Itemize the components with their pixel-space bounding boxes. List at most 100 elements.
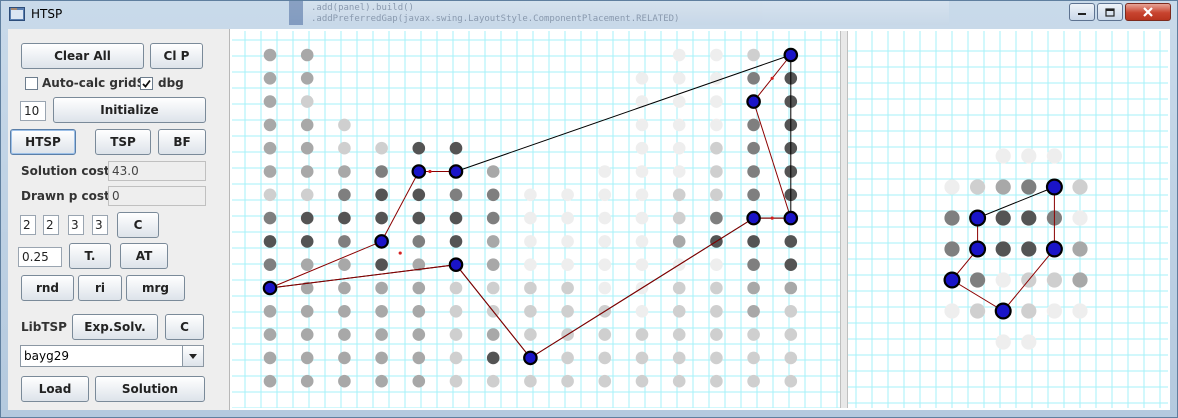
grid-node[interactable]: [672, 351, 686, 365]
param-field-4[interactable]: 3: [92, 215, 108, 235]
grid-node[interactable]: [747, 141, 760, 155]
grid-node[interactable]: [710, 118, 723, 132]
grid-node[interactable]: [710, 281, 723, 295]
grid-node[interactable]: [944, 210, 960, 226]
grid-node[interactable]: [486, 211, 500, 225]
grid-node[interactable]: [561, 351, 574, 365]
at-button[interactable]: AT: [120, 243, 168, 269]
grid-node[interactable]: [300, 374, 314, 388]
grid-node[interactable]: [598, 351, 612, 365]
grid-node[interactable]: [672, 188, 686, 202]
side-grid-svg[interactable]: [848, 31, 1168, 408]
side-grid-canvas[interactable]: [848, 31, 1168, 408]
grid-node[interactable]: [524, 328, 537, 341]
selected-node[interactable]: [969, 240, 987, 258]
grid-node[interactable]: [784, 328, 798, 341]
clear-all-button[interactable]: Clear All: [21, 43, 144, 69]
grid-node[interactable]: [449, 235, 463, 248]
grid-node[interactable]: [338, 118, 351, 132]
grid-node[interactable]: [263, 258, 277, 271]
grid-node[interactable]: [561, 281, 574, 295]
grid-node[interactable]: [672, 374, 686, 388]
grid-node[interactable]: [710, 95, 723, 108]
grid-node[interactable]: [300, 258, 314, 271]
grid-node[interactable]: [672, 141, 686, 155]
grid-node[interactable]: [672, 165, 686, 178]
selected-node[interactable]: [1045, 240, 1063, 258]
param-field-1[interactable]: 2: [20, 215, 36, 235]
grid-node[interactable]: [710, 188, 723, 202]
grid-node[interactable]: [635, 211, 649, 225]
exp-solv-button[interactable]: Exp.Solv.: [72, 314, 158, 340]
selected-node[interactable]: [969, 209, 987, 227]
grid-node[interactable]: [338, 374, 351, 388]
grid-node[interactable]: [995, 148, 1011, 164]
grid-node[interactable]: [375, 374, 388, 388]
grid-node[interactable]: [1072, 210, 1088, 226]
grid-node[interactable]: [300, 211, 314, 225]
grid-node[interactable]: [1021, 210, 1037, 226]
grid-node[interactable]: [710, 328, 723, 341]
grid-node[interactable]: [263, 328, 277, 341]
grid-node[interactable]: [747, 188, 760, 202]
grid-node[interactable]: [449, 305, 463, 318]
grid-node[interactable]: [635, 258, 649, 271]
libtsp-c-button[interactable]: C: [165, 314, 204, 340]
grid-node[interactable]: [1021, 334, 1037, 350]
rnd-button[interactable]: rnd: [21, 275, 74, 301]
grid-node[interactable]: [375, 211, 388, 225]
grid-node[interactable]: [449, 211, 463, 225]
grid-node[interactable]: [561, 374, 574, 388]
grid-node[interactable]: [561, 188, 574, 202]
grid-node[interactable]: [710, 374, 723, 388]
grid-node[interactable]: [672, 118, 686, 132]
grid-node[interactable]: [524, 235, 537, 248]
dbg-checkbox[interactable]: [140, 77, 153, 90]
close-button[interactable]: [1125, 3, 1171, 21]
selected-node[interactable]: [262, 280, 278, 296]
grid-node[interactable]: [995, 241, 1011, 257]
grid-node[interactable]: [412, 235, 426, 248]
grid-node[interactable]: [338, 211, 351, 225]
grid-node[interactable]: [263, 188, 277, 202]
grid-node[interactable]: [263, 305, 277, 318]
grid-node[interactable]: [672, 72, 686, 85]
grid-node[interactable]: [710, 305, 723, 318]
grid-node[interactable]: [635, 328, 649, 341]
grid-node[interactable]: [338, 328, 351, 341]
grid-node[interactable]: [598, 188, 612, 202]
bf-button[interactable]: BF: [158, 129, 206, 155]
grid-node[interactable]: [672, 305, 686, 318]
grid-node[interactable]: [784, 258, 798, 271]
grid-node[interactable]: [449, 281, 463, 295]
grid-node[interactable]: [524, 211, 537, 225]
grid-node[interactable]: [263, 165, 277, 178]
grid-node[interactable]: [710, 165, 723, 178]
grid-node[interactable]: [1072, 303, 1088, 319]
ri-button[interactable]: ri: [78, 275, 122, 301]
grid-node[interactable]: [995, 272, 1011, 288]
grid-node[interactable]: [263, 141, 277, 155]
param-field-3[interactable]: 3: [68, 215, 84, 235]
grid-node[interactable]: [784, 235, 798, 248]
grid-node[interactable]: [375, 258, 388, 271]
grid-node[interactable]: [784, 351, 798, 365]
selected-node[interactable]: [746, 210, 761, 226]
grid-node[interactable]: [524, 281, 537, 295]
grid-node[interactable]: [486, 351, 500, 365]
grid-node[interactable]: [263, 374, 277, 388]
grid-node[interactable]: [561, 211, 574, 225]
grid-node[interactable]: [747, 165, 760, 178]
grid-size-field[interactable]: 10: [20, 101, 46, 121]
grid-node[interactable]: [338, 351, 351, 365]
grid-node[interactable]: [486, 374, 500, 388]
grid-node[interactable]: [710, 48, 723, 62]
grid-node[interactable]: [635, 141, 649, 155]
grid-node[interactable]: [412, 281, 426, 295]
grid-node[interactable]: [486, 281, 500, 295]
grid-node[interactable]: [412, 374, 426, 388]
grid-node[interactable]: [375, 281, 388, 295]
grid-node[interactable]: [412, 188, 426, 202]
grid-node[interactable]: [970, 272, 986, 288]
grid-node[interactable]: [944, 303, 960, 319]
